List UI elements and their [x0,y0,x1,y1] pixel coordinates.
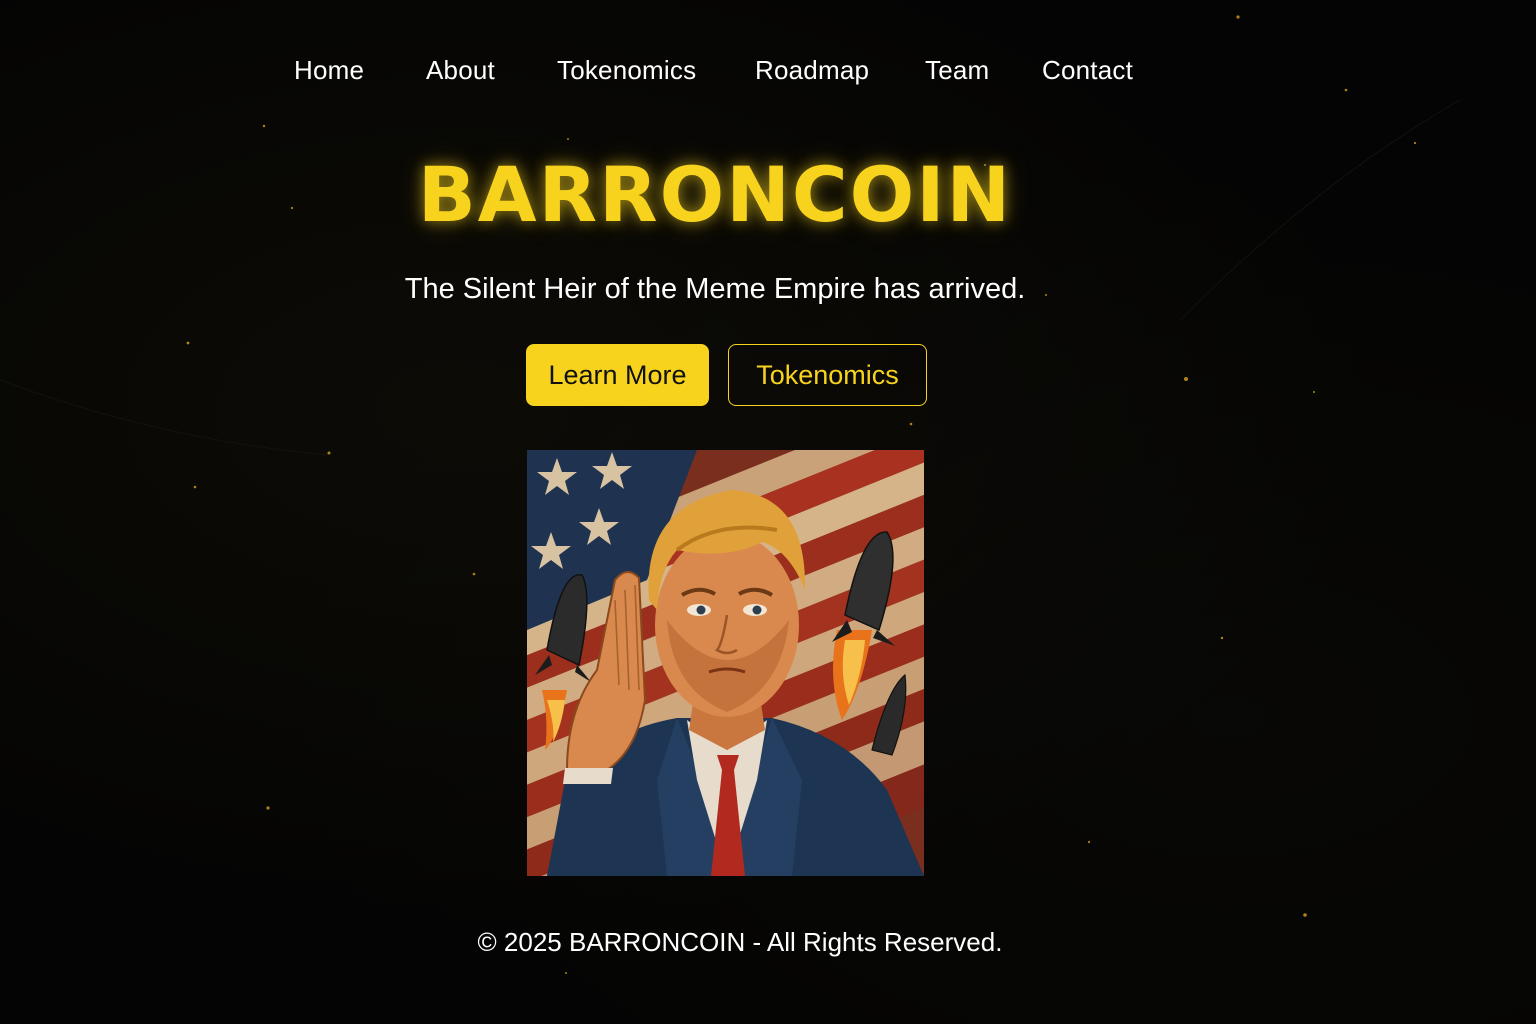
tokenomics-button[interactable]: Tokenomics [728,344,927,406]
nav-about[interactable]: About [426,52,495,88]
hero-image [527,450,924,876]
nav-team[interactable]: Team [925,52,989,88]
saluting-figure-illustration [527,450,924,876]
nav-home[interactable]: Home [294,52,364,88]
learn-more-button[interactable]: Learn More [526,344,709,406]
nav-tokenomics[interactable]: Tokenomics [557,52,696,88]
nav-roadmap[interactable]: Roadmap [755,52,869,88]
page: Home About Tokenomics Roadmap Team Conta… [0,0,1536,1024]
hero-subtitle: The Silent Heir of the Meme Empire has a… [404,273,1026,305]
main-nav: Home About Tokenomics Roadmap Team Conta… [0,52,1536,88]
hero-title: BARRONCOIN [417,150,1013,239]
nav-contact[interactable]: Contact [1042,52,1133,88]
footer-copyright: © 2025 BARRONCOIN - All Rights Reserved. [477,927,1003,957]
